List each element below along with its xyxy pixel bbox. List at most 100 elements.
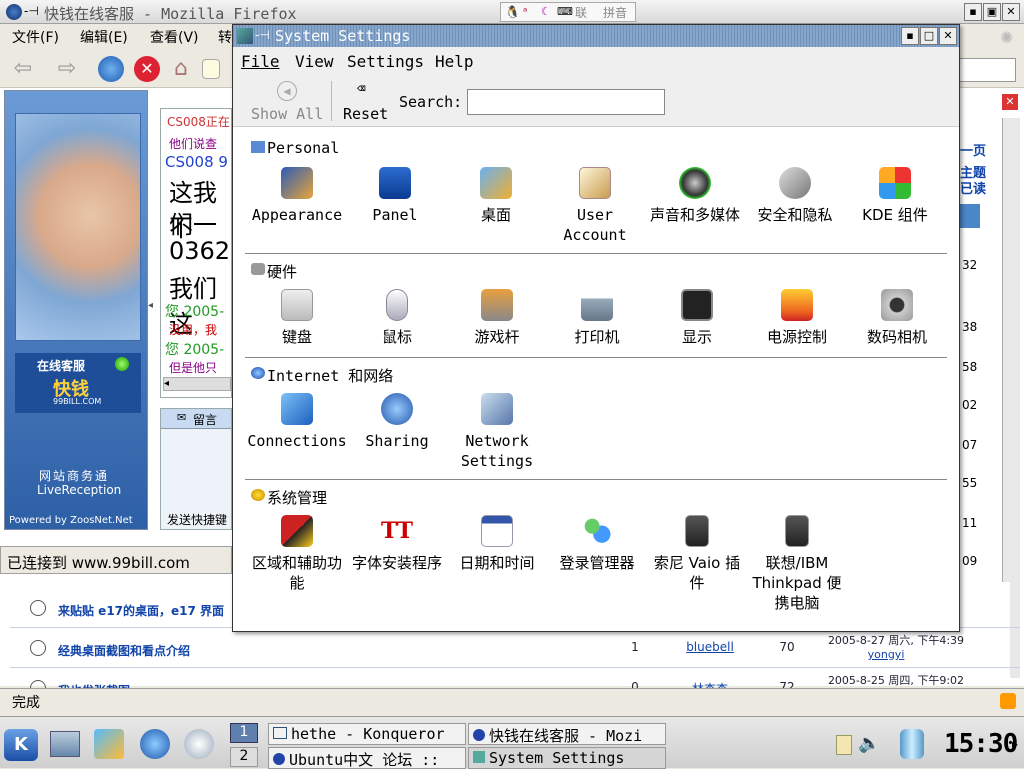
maximize-button[interactable]: ▣ xyxy=(983,3,1001,21)
users-icon xyxy=(581,515,613,547)
module-joystick[interactable]: 游戏杆 xyxy=(447,289,547,347)
module-regional[interactable]: 区域和辅助功能 xyxy=(247,515,347,593)
home-icon[interactable]: ⌂ xyxy=(168,56,194,82)
section-personal: Personal xyxy=(251,139,339,157)
ss-menu-file[interactable]: File xyxy=(241,52,280,71)
forward-icon[interactable]: ⇨ xyxy=(54,56,80,82)
reload-icon[interactable] xyxy=(98,56,124,82)
module-label: 鼠标 xyxy=(381,328,412,346)
online-service-box[interactable]: 在线客服 快钱 99BILL.COM xyxy=(15,353,141,413)
menu-file[interactable]: 文件(F) xyxy=(12,27,59,47)
pin-icon[interactable]: -⊣ xyxy=(255,28,270,42)
mail-launcher-icon[interactable] xyxy=(184,729,214,759)
module-power[interactable]: 电源控制 xyxy=(747,289,847,347)
reset-icon[interactable]: ⌫ xyxy=(357,81,365,97)
ime-label[interactable]: 拼音 xyxy=(603,4,627,21)
ss-maximize-button[interactable]: □ xyxy=(920,27,938,45)
display-icon xyxy=(681,289,713,321)
ss-menu-help[interactable]: Help xyxy=(435,52,474,71)
topic-title[interactable]: 经典桌面截图和看点介绍 xyxy=(58,642,190,659)
taskbar-hide-arrow[interactable]: ▸ xyxy=(1012,737,1018,751)
module-keyboard[interactable]: 键盘 xyxy=(247,289,347,347)
desktop-1-button[interactable]: 1 xyxy=(230,723,258,743)
module-kde-components[interactable]: KDE 组件 xyxy=(845,167,945,225)
desktop-show-icon[interactable] xyxy=(50,731,80,757)
module-appearance[interactable]: Appearance xyxy=(247,167,347,225)
module-security[interactable]: 安全和隐私 xyxy=(745,167,845,225)
connections-icon xyxy=(281,393,313,425)
module-network-settings[interactable]: Network Settings xyxy=(447,393,547,471)
clock[interactable]: 15:30 xyxy=(944,729,1018,759)
menu-edit[interactable]: 编辑(E) xyxy=(80,27,128,47)
forum-count: 07 xyxy=(962,438,978,452)
module-display[interactable]: 显示 xyxy=(647,289,747,347)
keys-icon xyxy=(779,167,811,199)
minimize-button[interactable]: ▪ xyxy=(964,3,982,21)
module-desktop[interactable]: 桌面 xyxy=(446,167,546,225)
module-login-manager[interactable]: 登录管理器 xyxy=(547,515,647,573)
pin-icon[interactable]: -⊣ xyxy=(24,4,39,18)
module-panel[interactable]: Panel xyxy=(345,167,445,225)
ime-mode-icon[interactable]: ᵃ xyxy=(523,5,527,18)
author[interactable]: bluebell xyxy=(660,640,760,654)
keyboard-icon[interactable]: ⌨ xyxy=(557,5,573,18)
ss-titlebar[interactable]: -⊣ System Settings ▪ □ ✕ xyxy=(233,25,959,47)
module-user-account[interactable]: User Account xyxy=(545,167,645,245)
reset-button[interactable]: Reset xyxy=(343,105,388,123)
module-label: 日期和时间 xyxy=(459,554,535,572)
forum-link[interactable]: 一页 xyxy=(960,140,986,159)
module-font-installer[interactable]: TT 字体安装程序 xyxy=(347,515,447,573)
task-ubuntu-forum[interactable]: Ubuntu中文 论坛 :: xyxy=(268,747,466,769)
module-sony-vaio[interactable]: 索尼 Vaio 插件 xyxy=(647,515,747,593)
stop-icon[interactable]: ✕ xyxy=(134,56,160,82)
show-all-button[interactable]: Show All xyxy=(251,105,323,123)
browser-launcher-icon[interactable] xyxy=(140,729,170,759)
ss-menu-view[interactable]: View xyxy=(295,52,334,71)
thinkpad-icon xyxy=(785,515,809,547)
chat-hscroll[interactable]: ◂ xyxy=(163,377,231,391)
module-connections[interactable]: Connections xyxy=(247,393,347,451)
volume-icon[interactable]: 🔈 xyxy=(858,733,880,754)
lian-label[interactable]: 联 xyxy=(575,4,587,21)
penguin-icon[interactable]: 🐧 xyxy=(505,5,520,19)
rss-icon[interactable] xyxy=(1000,693,1016,709)
module-thinkpad[interactable]: 联想/IBM Thinkpad 便携电脑 xyxy=(747,515,847,613)
message-tab[interactable]: ✉ 留言 xyxy=(161,409,231,429)
show-all-icon[interactable]: ◀ xyxy=(277,81,297,101)
chat-divider[interactable]: ◂ xyxy=(148,300,156,330)
task-konqueror[interactable]: hethe - Konqueror xyxy=(268,723,466,745)
topic-title[interactable]: 来贴贴 e17的桌面，e17 界面 xyxy=(58,602,224,619)
klipper-icon[interactable] xyxy=(836,735,852,755)
ss-menu-settings[interactable]: Settings xyxy=(347,52,424,71)
ss-close-button[interactable]: ✕ xyxy=(939,27,957,45)
desktop-2-button[interactable]: 2 xyxy=(230,747,258,767)
kde-menu-icon[interactable]: K xyxy=(4,729,38,761)
module-camera[interactable]: 数码相机 xyxy=(847,289,947,347)
storage-icon[interactable] xyxy=(900,729,924,759)
task-system-settings[interactable]: System Settings xyxy=(468,747,666,769)
ss-minimize-button[interactable]: ▪ xyxy=(901,27,919,45)
module-date-time[interactable]: 日期和时间 xyxy=(447,515,547,573)
module-mouse[interactable]: 鼠标 xyxy=(347,289,447,347)
task-firefox[interactable]: 快钱在线客服 - Mozi xyxy=(468,723,666,745)
settings-app-icon xyxy=(237,28,253,44)
module-sound[interactable]: 声音和多媒体 xyxy=(645,167,745,225)
back-icon[interactable]: ⇦ xyxy=(10,56,36,82)
menu-view[interactable]: 查看(V) xyxy=(150,27,199,47)
module-sharing[interactable]: Sharing xyxy=(347,393,447,451)
powered-by[interactable]: Powered by ZoosNet.Net xyxy=(9,515,133,526)
moon-icon[interactable]: ☾ xyxy=(541,5,551,18)
module-label: 安全和隐私 xyxy=(757,206,833,224)
table-row[interactable]: 经典桌面截图和看点介绍 1 bluebell 70 2005-8-27 周六, … xyxy=(10,630,1020,668)
last-user[interactable]: yongyi xyxy=(816,648,956,661)
last-post: 2005-8-25 周四, 下午9:02 xyxy=(827,674,965,687)
module-printer[interactable]: 打印机 xyxy=(547,289,647,347)
menu-go[interactable]: 转 xyxy=(218,27,232,47)
section-system-admin: 系统管理 xyxy=(251,487,327,508)
settings-launcher-icon[interactable] xyxy=(94,729,124,759)
forum-link[interactable]: 已读 xyxy=(960,178,986,197)
search-input[interactable] xyxy=(467,89,665,115)
close-button[interactable]: ✕ xyxy=(1002,3,1020,21)
url-bar[interactable] xyxy=(958,58,1016,82)
close-tab-button[interactable]: ✕ xyxy=(1002,94,1018,110)
